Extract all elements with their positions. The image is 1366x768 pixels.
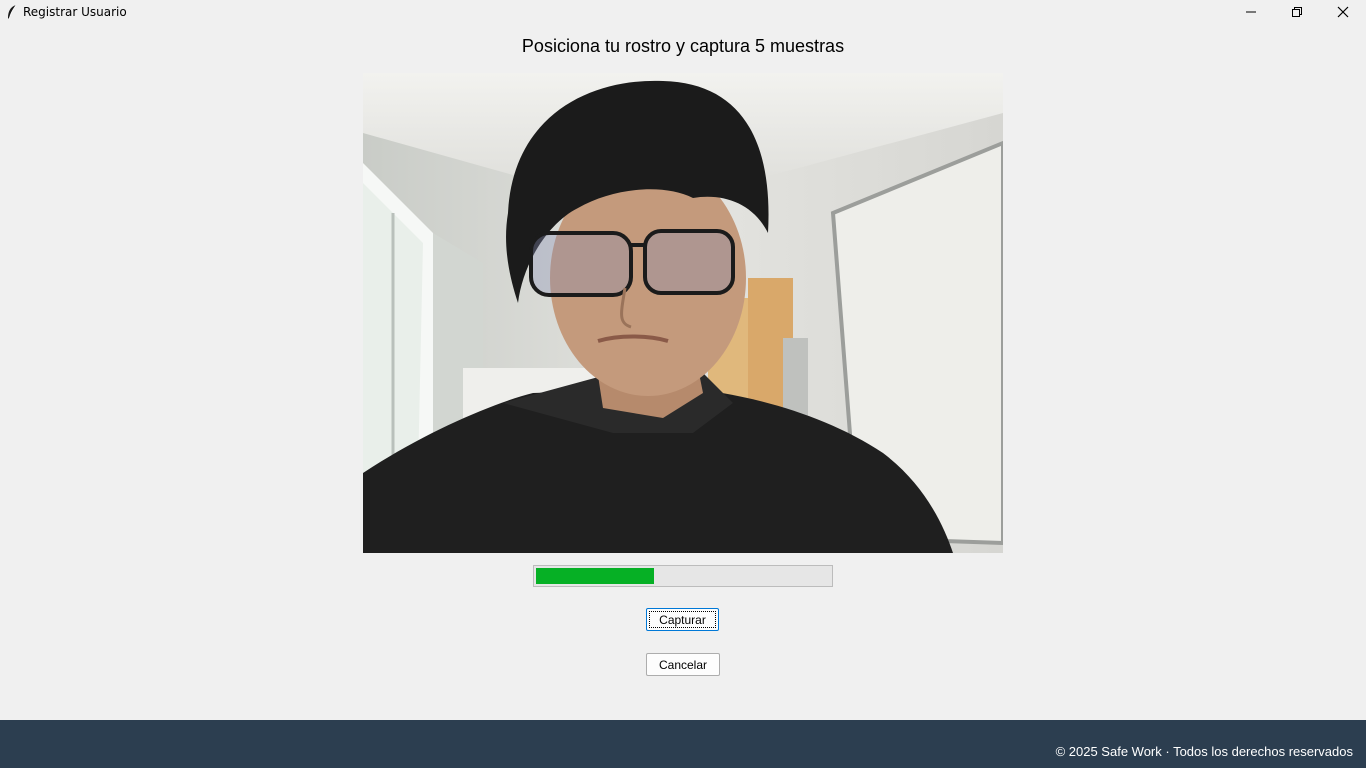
title-bar: Registrar Usuario <box>0 0 1366 23</box>
cancel-button-label: Cancelar <box>658 657 708 672</box>
close-icon <box>1337 6 1349 17</box>
capture-button[interactable]: Capturar <box>646 608 719 631</box>
capture-progress-bar <box>533 565 833 587</box>
window-title: Registrar Usuario <box>23 4 127 19</box>
webcam-preview <box>363 73 1003 553</box>
minimize-icon <box>1246 11 1256 12</box>
restore-icon <box>1292 6 1302 17</box>
camera-image <box>363 73 1003 553</box>
restore-button[interactable] <box>1274 0 1320 23</box>
minimize-button[interactable] <box>1228 0 1274 23</box>
progress-fill <box>536 568 654 584</box>
footer-copyright: © 2025 Safe Work · Todos los derechos re… <box>1055 744 1353 759</box>
feather-icon <box>0 0 23 23</box>
close-button[interactable] <box>1320 0 1366 23</box>
instruction-heading: Posiciona tu rostro y captura 5 muestras <box>521 36 845 56</box>
footer: © 2025 Safe Work · Todos los derechos re… <box>0 720 1366 768</box>
focus-ring <box>649 611 716 628</box>
cancel-button[interactable]: Cancelar <box>646 653 720 676</box>
